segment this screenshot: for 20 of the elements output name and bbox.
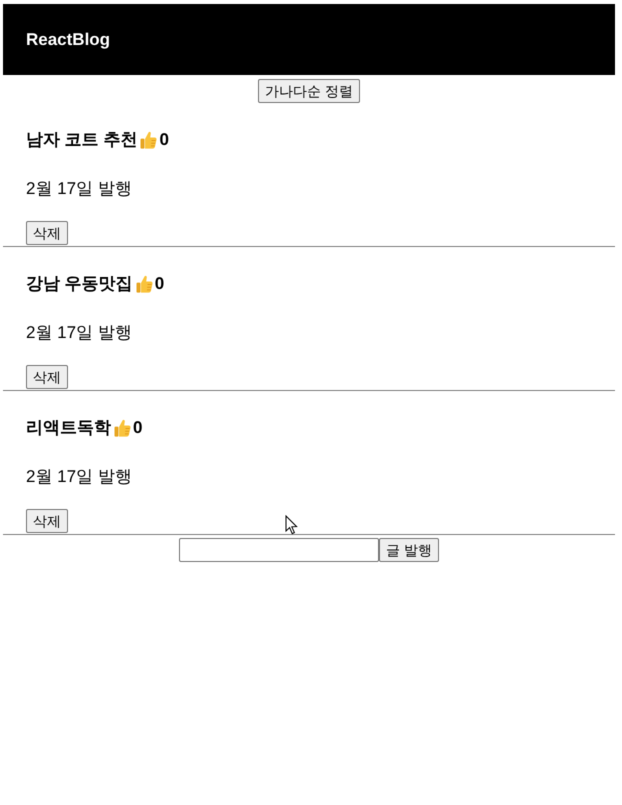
thumbs-up-icon[interactable] — [136, 275, 153, 293]
post-title: 리액트독학 — [26, 417, 111, 439]
delete-button[interactable]: 삭제 — [26, 221, 68, 245]
like-count: 0 — [154, 273, 164, 295]
like-count: 0 — [159, 129, 169, 151]
post-title: 강남 우동맛집 — [26, 273, 133, 295]
thumbs-up-icon[interactable] — [140, 131, 158, 149]
post-date: 2월 17일 발행 — [26, 466, 133, 488]
post-date: 2월 17일 발행 — [26, 322, 133, 344]
post-date: 2월 17일 발행 — [26, 178, 133, 200]
delete-button[interactable]: 삭제 — [26, 365, 68, 389]
sort-button[interactable]: 가나다순 정렬 — [258, 79, 360, 103]
post-input-field[interactable] — [179, 538, 380, 562]
delete-button[interactable]: 삭제 — [26, 509, 68, 533]
mouse-pointer-icon — [285, 515, 298, 535]
thumbs-up-icon[interactable] — [114, 419, 131, 437]
post-title: 남자 코트 추천 — [26, 129, 138, 151]
blog-title: ReactBlog — [26, 28, 110, 50]
like-count: 0 — [133, 417, 142, 439]
publish-button[interactable]: 글 발행 — [379, 538, 439, 562]
